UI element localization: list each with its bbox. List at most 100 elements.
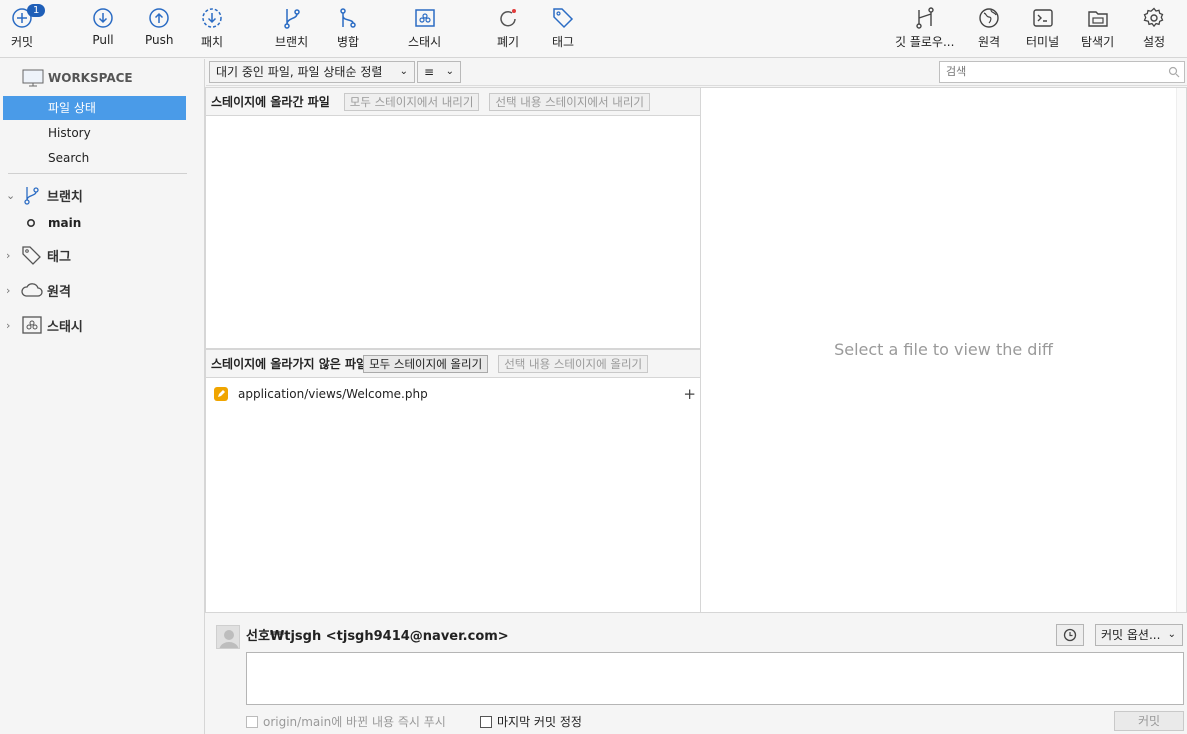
- push-button[interactable]: Push: [145, 6, 174, 54]
- push-icon: [149, 8, 169, 28]
- search-icon: [1168, 66, 1180, 78]
- branch-label: 브랜치: [275, 35, 309, 49]
- commit-submit-button[interactable]: 커밋: [1114, 711, 1184, 731]
- chevron-down-icon: ⌄: [399, 66, 408, 77]
- push-immediately-checkbox[interactable]: origin/main에 바뀐 내용 즉시 푸시: [246, 713, 446, 730]
- search-input[interactable]: [946, 65, 1166, 78]
- terminal-icon: [1032, 9, 1053, 27]
- commit-count-badge: 1: [27, 4, 46, 17]
- patch-icon: [202, 8, 222, 28]
- commit-history-button[interactable]: [1056, 624, 1084, 646]
- branch-icon: [283, 9, 300, 29]
- workspace-title: WORKSPACE: [48, 71, 133, 85]
- chevron-down-icon: ⌄: [1167, 629, 1176, 640]
- stage-file-plus-icon[interactable]: +: [683, 385, 696, 403]
- unstage-selected-button[interactable]: 선택 내용 스테이지에서 내리기: [489, 92, 650, 111]
- chevron-right-icon: ›: [6, 248, 11, 262]
- sidebar-item-search[interactable]: Search: [3, 146, 186, 170]
- terminal-label: 터미널: [1026, 35, 1060, 49]
- branches-title: 브랜치: [47, 189, 83, 205]
- search-box[interactable]: [939, 61, 1185, 83]
- sidebar-divider: [8, 173, 187, 174]
- pull-label: Pull: [92, 33, 114, 47]
- explorer-button[interactable]: 탐색기: [1081, 6, 1114, 54]
- unstaged-files-panel: 스테이지에 올라가지 않은 파일 모두 스테이지에 올리기 선택 내용 스테이지…: [205, 349, 701, 613]
- git-flow-button[interactable]: 깃 플로우...: [895, 6, 954, 54]
- monitor-icon: [22, 69, 44, 87]
- patch-label: 패치: [200, 35, 224, 49]
- discard-button[interactable]: 폐기: [496, 6, 520, 54]
- tag-icon: [553, 8, 574, 29]
- commit-label: 커밋: [10, 35, 34, 49]
- tags-title: 태그: [47, 249, 71, 265]
- commit-options-dropdown[interactable]: 커밋 옵션... ⌄: [1095, 624, 1183, 646]
- workspace-header: WORKSPACE: [22, 69, 133, 87]
- settings-button[interactable]: 설정: [1142, 6, 1166, 54]
- sort-dropdown[interactable]: 대기 중인 파일, 파일 상태순 정렬 ⌄: [209, 61, 415, 83]
- sidebar-item-file-status[interactable]: 파일 상태: [3, 96, 186, 120]
- stash-label: 스태시: [408, 35, 442, 49]
- remote-button[interactable]: 원격: [977, 6, 1001, 54]
- terminal-button[interactable]: 터미널: [1026, 6, 1059, 54]
- commit-message-box[interactable]: [246, 652, 1184, 705]
- sidebar-group-tags[interactable]: › 태그: [6, 245, 71, 265]
- sidebar-group-remotes[interactable]: › 원격: [6, 280, 71, 300]
- chevron-right-icon: ›: [6, 283, 11, 297]
- file-row[interactable]: application/views/Welcome.php +: [214, 385, 696, 403]
- branch-icon: [24, 187, 39, 205]
- unstaged-panel-header: 스테이지에 올라가지 않은 파일 모두 스테이지에 올리기 선택 내용 스테이지…: [206, 350, 700, 378]
- commit-author: 선호₩tjsgh <tjsgh9414@naver.com>: [246, 629, 509, 644]
- settings-label: 설정: [1142, 35, 1166, 49]
- view-mode-dropdown[interactable]: ≡ ⌄: [417, 61, 461, 83]
- pull-button[interactable]: Pull: [91, 6, 115, 54]
- staged-files-panel: 스테이지에 올라간 파일 모두 스테이지에서 내리기 선택 내용 스테이지에서 …: [205, 87, 701, 349]
- tag-icon: [22, 246, 41, 265]
- globe-icon: [979, 8, 999, 28]
- clock-icon: [1063, 628, 1077, 642]
- checkbox[interactable]: [246, 715, 258, 728]
- commit-message-input[interactable]: [247, 653, 1183, 704]
- cloud-icon: [21, 283, 43, 297]
- sidebar-group-stashes[interactable]: › 스태시: [6, 315, 83, 335]
- checkbox[interactable]: [480, 715, 492, 728]
- branch-item-main[interactable]: main: [26, 216, 81, 230]
- remote-label: 원격: [977, 35, 1001, 49]
- avatar: [216, 625, 240, 649]
- merge-label: 병합: [336, 35, 360, 49]
- commit-button[interactable]: 1 커밋: [10, 4, 46, 54]
- remotes-title: 원격: [47, 284, 71, 300]
- stage-all-button[interactable]: 모두 스테이지에 올리기: [363, 354, 489, 373]
- diff-placeholder: Select a file to view the diff: [834, 340, 1053, 359]
- toolbar: 1 커밋 Pull Push 패치 브랜치 병합 스태시 폐기 태그 깃 플로우…: [0, 0, 1187, 58]
- stage-selected-button[interactable]: 선택 내용 스테이지에 올리기: [498, 354, 649, 373]
- discard-label: 폐기: [496, 35, 520, 49]
- tag-button[interactable]: 태그: [551, 6, 575, 54]
- git-flow-icon: [916, 7, 934, 29]
- list-icon: ≡: [424, 65, 435, 79]
- git-flow-label: 깃 플로우...: [895, 35, 955, 49]
- stash-icon: [414, 9, 435, 27]
- gear-icon: [1143, 7, 1164, 28]
- merge-button[interactable]: 병합: [336, 6, 360, 54]
- unstaged-title: 스테이지에 올라가지 않은 파일: [211, 357, 368, 371]
- folder-icon: [1087, 11, 1108, 27]
- sort-label: 대기 중인 파일, 파일 상태순 정렬: [216, 65, 383, 79]
- explorer-label: 탐색기: [1081, 35, 1115, 49]
- patch-button[interactable]: 패치: [200, 6, 224, 54]
- commit-area: 선호₩tjsgh <tjsgh9414@naver.com> 커밋 옵션... …: [206, 612, 1187, 734]
- sidebar: WORKSPACE 파일 상태 History Search ⌄ 브랜치 mai…: [0, 59, 205, 734]
- branch-button[interactable]: 브랜치: [275, 6, 308, 54]
- amend-label: 마지막 커밋 정정: [497, 715, 582, 729]
- unstage-all-button[interactable]: 모두 스테이지에서 내리기: [343, 92, 480, 111]
- amend-checkbox[interactable]: 마지막 커밋 정정: [480, 713, 582, 730]
- diff-scrollbar[interactable]: [1176, 88, 1186, 612]
- chevron-right-icon: ›: [6, 318, 11, 332]
- sidebar-item-history[interactable]: History: [3, 121, 186, 145]
- commit-options-label: 커밋 옵션...: [1101, 628, 1161, 642]
- chevron-down-icon: ⌄: [6, 188, 16, 202]
- sidebar-group-branches[interactable]: ⌄ 브랜치: [6, 185, 83, 205]
- pull-icon: [93, 8, 113, 28]
- stash-button[interactable]: 스태시: [408, 6, 441, 54]
- chevron-down-icon: ⌄: [445, 66, 454, 77]
- branch-name: main: [48, 216, 82, 230]
